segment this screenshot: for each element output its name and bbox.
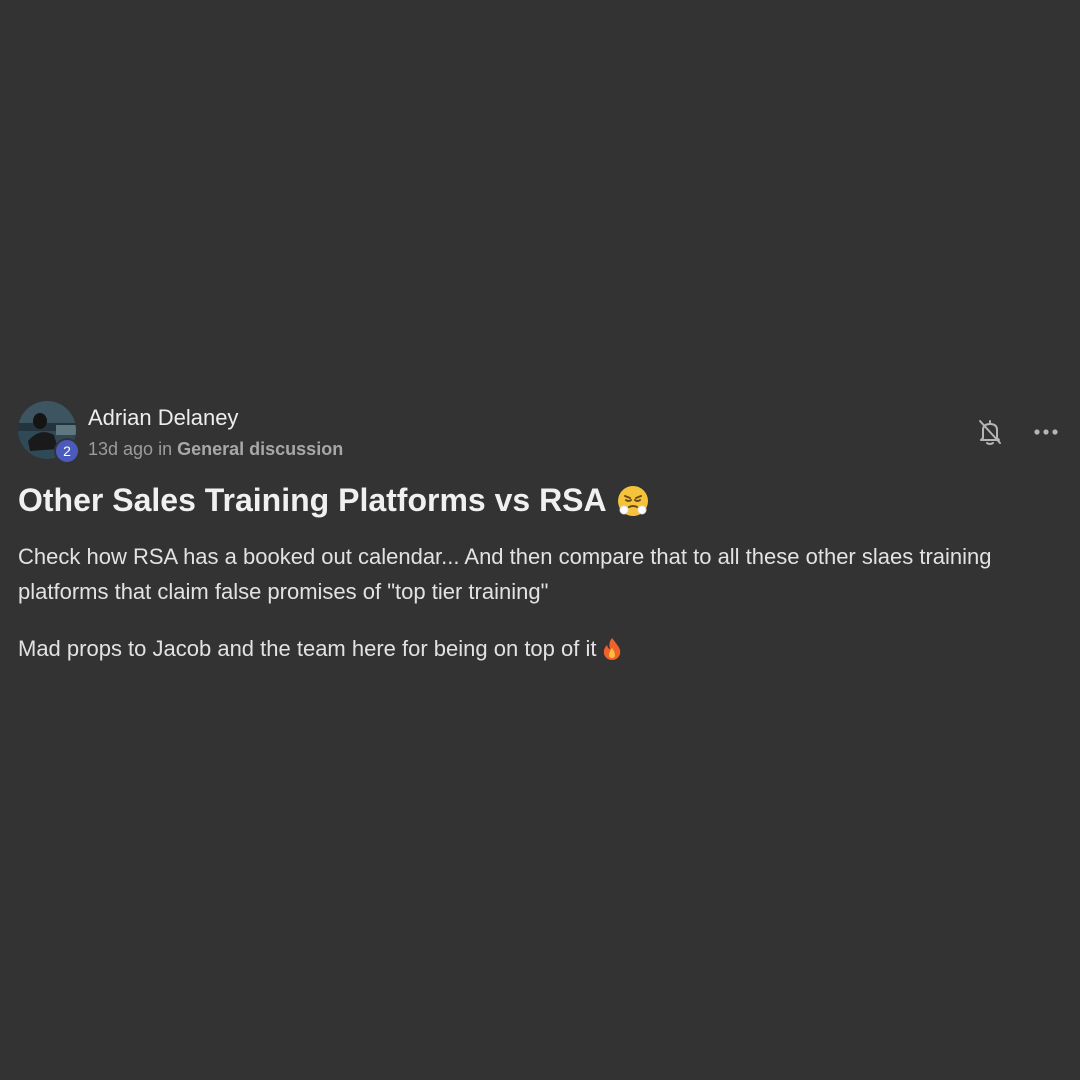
meta-in-word: in xyxy=(158,439,173,459)
post-time: 13d ago xyxy=(88,439,154,459)
steam-face-emoji-icon xyxy=(617,485,649,517)
post-title-text: Other Sales Training Platforms vs RSA xyxy=(18,482,607,518)
post-header: 2 Adrian Delaney 13d ago in General disc… xyxy=(18,400,1062,464)
category-link[interactable]: General discussion xyxy=(177,439,343,459)
level-badge: 2 xyxy=(54,438,80,464)
post-title[interactable]: Other Sales Training Platforms vs RSA xyxy=(18,482,1062,519)
post-paragraph: Check how RSA has a booked out calendar.… xyxy=(18,544,992,604)
bell-off-icon[interactable] xyxy=(974,416,1006,448)
post-paragraph: Mad props to Jacob and the team here for… xyxy=(18,631,1062,666)
author-name[interactable]: Adrian Delaney xyxy=(88,405,238,431)
more-options-icon[interactable] xyxy=(1030,416,1062,448)
post-meta: 13d ago in General discussion xyxy=(88,439,343,460)
post-body: Check how RSA has a booked out calendar.… xyxy=(18,539,1062,666)
fire-emoji-icon xyxy=(602,637,622,661)
header-actions xyxy=(974,416,1062,448)
post-paragraph-text: Mad props to Jacob and the team here for… xyxy=(18,636,597,661)
post-card: 2 Adrian Delaney 13d ago in General disc… xyxy=(18,400,1062,666)
avatar-container[interactable]: 2 xyxy=(18,401,80,464)
